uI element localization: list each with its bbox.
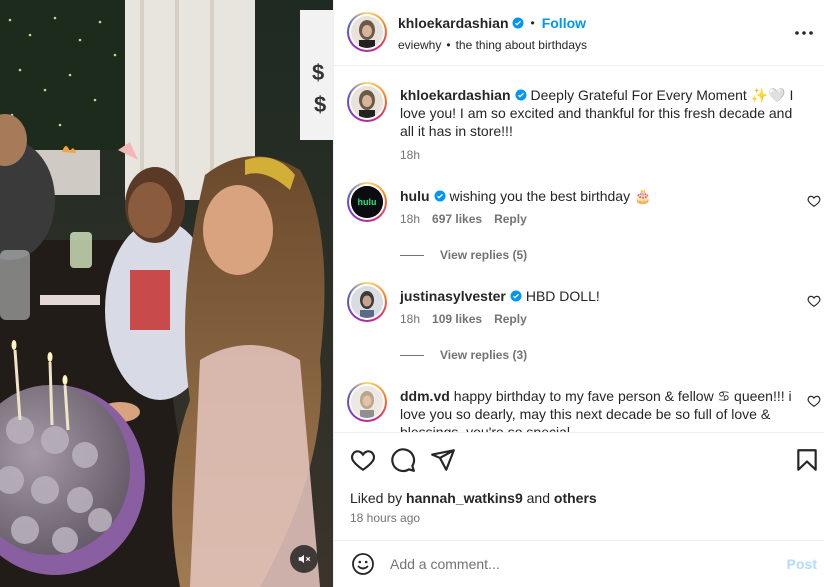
comment-text: wishing you the best birthday 🎂 [449, 188, 652, 204]
liked-by-and: and [526, 490, 550, 506]
comment-avatar[interactable]: hulu [347, 182, 387, 222]
comment-text: happy birthday to my fave person & fello… [400, 388, 792, 432]
share-icon[interactable] [430, 447, 456, 473]
comment-body: justinasylvester HBD DOLL! [400, 287, 795, 305]
party-video-frame: $ $ [0, 0, 333, 587]
caption-avatar[interactable] [347, 82, 387, 122]
comment-avatar[interactable] [347, 382, 387, 422]
more-options-icon [795, 31, 813, 35]
comment-meta: 18h 109 likes Reply [400, 312, 527, 326]
reply-button[interactable]: Reply [494, 212, 527, 226]
comment-time[interactable]: 18h [400, 312, 420, 326]
replies-divider [400, 254, 424, 256]
comment-body: hulu wishing you the best birthday 🎂 [400, 187, 795, 205]
view-replies-label: View replies (5) [440, 248, 528, 262]
bookmark-icon[interactable] [794, 447, 820, 473]
mute-toggle-button[interactable] [290, 545, 318, 573]
comment-text: HBD DOLL! [525, 288, 600, 304]
comment-icon[interactable] [390, 447, 416, 473]
post-comment-button[interactable]: Post [787, 556, 817, 572]
like-comment-heart-icon[interactable] [807, 194, 821, 208]
caption-meta: 18h [400, 148, 420, 162]
add-comment-bar: Post [334, 540, 824, 587]
emoji-icon[interactable] [351, 552, 375, 576]
liked-by-prefix: Liked by [350, 490, 403, 506]
view-replies-button[interactable]: View replies (5) [400, 248, 527, 262]
liked-by-others[interactable]: others [554, 490, 597, 506]
post-timestamp[interactable]: 18 hours ago [350, 511, 420, 525]
mute-icon [298, 554, 311, 564]
caption-username[interactable]: khloekardashian [400, 87, 511, 103]
audio-artist: eviewhy [398, 38, 442, 52]
post-actions: Liked by hannah_watkins9 and others 18 h… [334, 432, 824, 552]
comment-username[interactable]: justinasylvester [400, 288, 506, 304]
more-options-button[interactable] [793, 22, 815, 44]
svg-text:$: $ [312, 60, 324, 85]
liked-by: Liked by hannah_watkins9 and others [350, 490, 597, 506]
svg-text:hulu: hulu [358, 197, 377, 207]
post-header: khloekardashian • Follow eviewhy • the thi… [334, 0, 824, 66]
separator-dot: • [530, 16, 535, 30]
post-details-panel: khloekardashian • Follow eviewhy • the thi… [333, 0, 824, 587]
svg-text:$: $ [314, 92, 326, 117]
caption-time[interactable]: 18h [400, 148, 420, 162]
heart-icon[interactable] [350, 447, 376, 473]
post-video[interactable]: $ $ [0, 0, 333, 587]
verified-badge-icon [434, 190, 446, 202]
comment-meta: 18h 697 likes Reply [400, 212, 527, 226]
audio-info[interactable]: eviewhy • the thing about birthdays [398, 38, 587, 52]
comments-list[interactable]: khloekardashian Deeply Grateful For Every… [334, 66, 824, 432]
liked-by-user[interactable]: hannah_watkins9 [406, 490, 523, 506]
replies-divider [400, 354, 424, 356]
comment-time[interactable]: 18h [400, 212, 420, 226]
comment-body: ddm.vd happy birthday to my fave person &… [400, 387, 795, 432]
verified-badge-icon [512, 17, 523, 29]
verified-badge-icon [510, 290, 522, 302]
comment-username[interactable]: hulu [400, 188, 430, 204]
comment-avatar[interactable] [347, 282, 387, 322]
reply-button[interactable]: Reply [494, 312, 527, 326]
audio-separator: • [446, 38, 451, 52]
caption-body: khloekardashian Deeply Grateful For Every… [400, 86, 795, 140]
comment-likes[interactable]: 697 likes [432, 212, 482, 226]
verified-badge-icon [515, 89, 526, 101]
like-comment-heart-icon[interactable] [807, 294, 821, 308]
comment-username[interactable]: ddm.vd [400, 388, 450, 404]
author-username[interactable]: khloekardashian [398, 15, 509, 31]
like-comment-heart-icon[interactable] [807, 394, 821, 408]
author-avatar[interactable] [347, 12, 387, 52]
view-replies-label: View replies (3) [440, 348, 528, 362]
comment-input[interactable] [390, 554, 770, 574]
comment-likes[interactable]: 109 likes [432, 312, 482, 326]
view-replies-button[interactable]: View replies (3) [400, 348, 527, 362]
follow-button[interactable]: Follow [542, 15, 586, 31]
audio-title: the thing about birthdays [455, 38, 587, 52]
